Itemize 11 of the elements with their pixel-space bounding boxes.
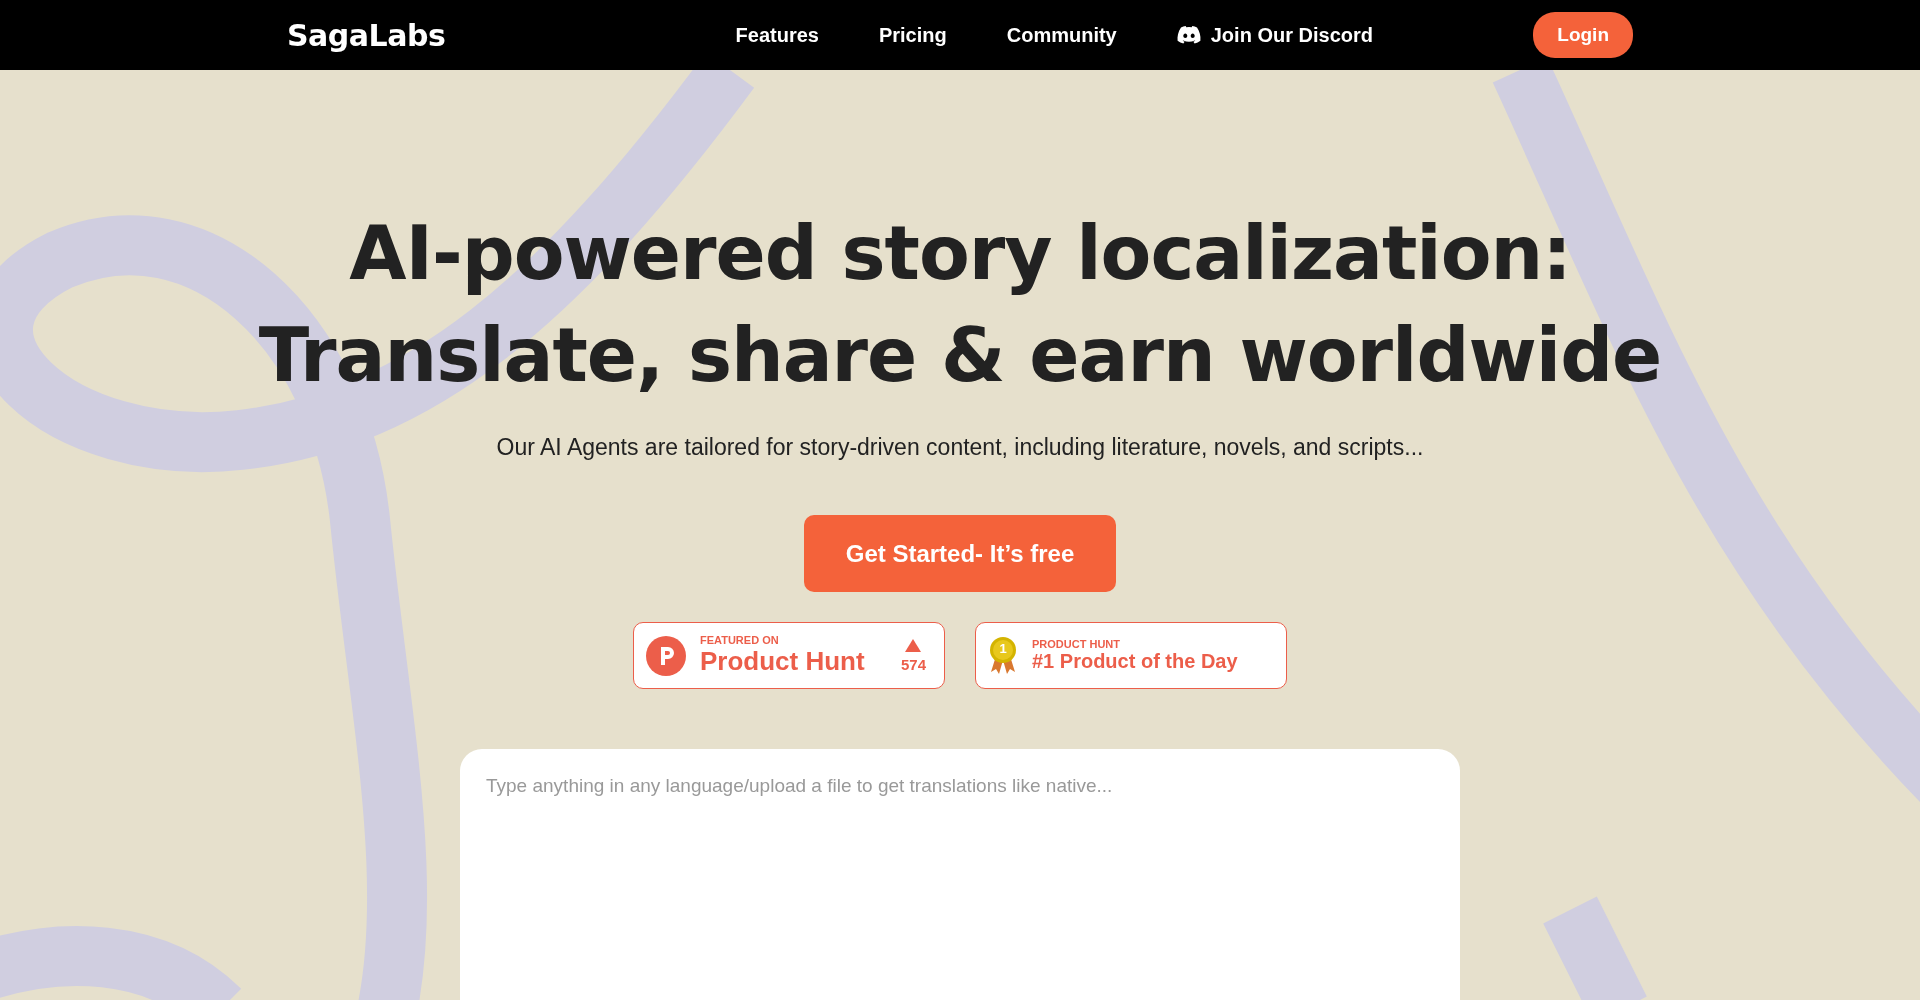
- discord-icon: [1176, 26, 1201, 44]
- nav-link[interactable]: Join Our Discord: [1176, 23, 1373, 47]
- nav-link[interactable]: Pricing: [878, 23, 947, 47]
- hero-heading: AI-powered story localization: Translate, share & earn worldwide: [258, 209, 1662, 400]
- logo[interactable]: SagaLabs: [287, 17, 446, 53]
- p-logo-icon: [646, 635, 686, 676]
- nav-link[interactable]: Features: [735, 23, 819, 47]
- hero-subtitle: Our AI Agents are tailored for story-driven content, including literature, novels, and scripts...: [496, 434, 1424, 461]
- translation-input-field[interactable]: Type anything in any language/upload a file to get translations like native...: [460, 749, 1460, 1000]
- upvote-icon: [905, 638, 922, 652]
- nav-link[interactable]: Community: [1006, 23, 1117, 47]
